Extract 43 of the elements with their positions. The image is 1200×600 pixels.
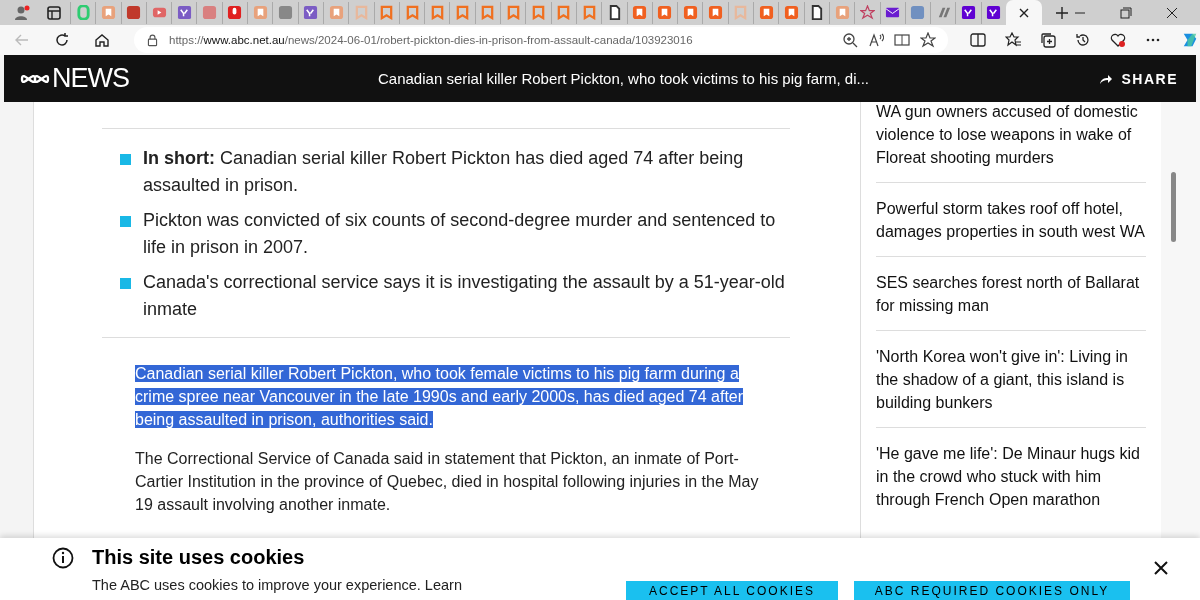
- story-link[interactable]: 'He gave me life': De Minaur hugs kid in the crowd who stuck with him through French Open marathon: [876, 442, 1146, 524]
- info-icon: [52, 546, 74, 569]
- share-arrow-icon: [1099, 72, 1114, 85]
- key-point: Canada's correctional service says it is investigating the assault by a 51-year-old inmate: [143, 271, 786, 321]
- lock-icon: [146, 32, 159, 48]
- profile-icon[interactable]: [14, 4, 30, 21]
- bullet-icon: [120, 278, 131, 289]
- new-tab-icon[interactable]: [1054, 4, 1070, 21]
- story-link[interactable]: 'North Korea won't give in': Living in the shadow of a giant, this island is building bunkers: [876, 345, 1146, 428]
- bullet-icon: [120, 154, 131, 165]
- address-bar[interactable]: https://www.abc.net.au/news/2024-06-01/robert-pickton-dies-in-prison-from-assault-canada/103923016: [134, 27, 948, 53]
- key-point: In short: Canadian serial killer Robert Pickton has died aged 74 after being assaulted in prison.: [143, 147, 745, 197]
- close-icon[interactable]: [1018, 6, 1030, 19]
- restore-icon[interactable]: [1118, 4, 1134, 21]
- share-button[interactable]: SHARE: [1093, 69, 1184, 88]
- cookie-button[interactable]: ABC REQUIRED COOKIES ONLY: [854, 581, 1130, 600]
- header-headline: Canadian serial killer Robert Pickton, who took victims to his pig farm, di...: [377, 70, 871, 87]
- collections-icon[interactable]: [1040, 32, 1056, 48]
- read-aloud-icon[interactable]: [868, 32, 884, 48]
- refresh-icon[interactable]: [54, 32, 70, 48]
- zoom-icon[interactable]: [842, 32, 858, 48]
- split-screen-icon[interactable]: [970, 32, 986, 48]
- cookie-button[interactable]: ACCEPT ALL COOKIES: [626, 581, 838, 600]
- star-icon[interactable]: [920, 32, 936, 48]
- health-icon[interactable]: [1110, 32, 1126, 48]
- article-paragraph: The Correctional Service of Canada said in statement that Pickton, an inmate of Port-Cartier Institution in the province of Quebec, died in hospital following injuries in the May 19 assault involving another inmate.: [135, 449, 760, 515]
- close-icon[interactable]: [1152, 559, 1170, 577]
- reader-view-icon[interactable]: [894, 32, 910, 48]
- selected-paragraph: Canadian serial killer Robert Pickton, who took female victims to his pig farm during a crime spree near Vancouver in the late 1990s and early 2000s, has died aged 74 after being assaulted in prison, authorities said.: [135, 364, 745, 430]
- scrollbar-thumb[interactable]: [1171, 172, 1176, 242]
- cookie-text: The ABC uses cookies to improve your experience. Learn: [92, 577, 462, 593]
- favorites-icon[interactable]: [1005, 32, 1021, 48]
- bullet-icon: [120, 216, 131, 227]
- key-point: Pickton was convicted of six counts of second-degree murder and sentenced to life in prison in 2007.: [143, 209, 777, 259]
- back-arrow-icon[interactable]: [14, 32, 30, 48]
- tab-actions-icon[interactable]: [46, 4, 62, 21]
- story-link[interactable]: WA gun owners accused of domestic violence to lose weapons in wake of Floreat shooting murders: [876, 100, 1146, 183]
- home-icon[interactable]: [94, 32, 110, 48]
- story-link[interactable]: Powerful storm takes roof off hotel, damages properties in south west WA: [876, 197, 1146, 257]
- news-logo-text[interactable]: NEWS: [52, 63, 129, 94]
- story-link[interactable]: SES searches forest north of Ballarat for missing man: [876, 271, 1146, 331]
- history-icon[interactable]: [1075, 32, 1091, 48]
- cookie-title: This site uses cookies: [92, 546, 305, 569]
